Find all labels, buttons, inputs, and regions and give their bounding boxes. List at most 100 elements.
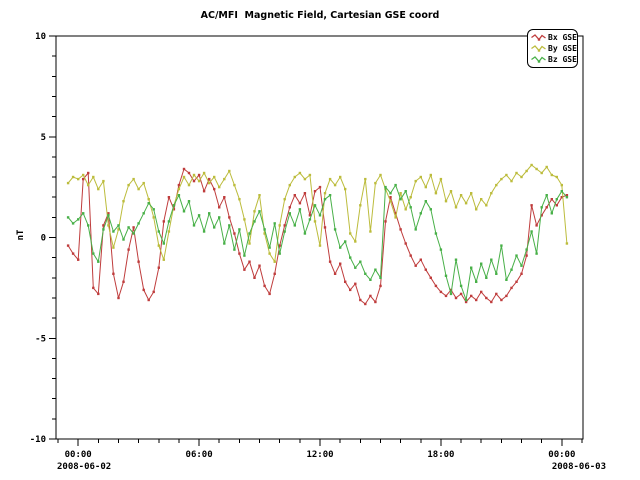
data-point-marker (72, 176, 74, 178)
data-point-marker (274, 273, 276, 275)
data-point-marker (405, 242, 407, 244)
data-point-marker (551, 174, 553, 176)
data-point-marker (193, 174, 195, 176)
data-point-marker (213, 176, 215, 178)
y-tick-label: -5 (35, 334, 46, 344)
data-point-marker (248, 242, 250, 244)
data-point-marker (455, 259, 457, 261)
data-point-marker (289, 184, 291, 186)
data-point-marker (72, 222, 74, 224)
data-point-marker (268, 246, 270, 248)
data-point-marker (122, 200, 124, 202)
legend-item-bz-gse: Bz GSE (531, 54, 575, 65)
data-point-marker (405, 208, 407, 210)
data-point-marker (364, 178, 366, 180)
data-point-marker (440, 291, 442, 293)
data-point-marker (258, 210, 260, 212)
data-point-marker (435, 192, 437, 194)
data-point-marker (525, 254, 527, 256)
data-point-marker (233, 184, 235, 186)
data-point-marker (561, 184, 563, 186)
data-point-marker (168, 230, 170, 232)
data-point-marker (77, 259, 79, 261)
data-point-marker (163, 242, 165, 244)
data-point-marker (470, 192, 472, 194)
data-point-marker (183, 168, 185, 170)
data-point-marker (143, 182, 145, 184)
data-point-marker (546, 166, 548, 168)
data-point-marker (97, 188, 99, 190)
series-markers-by-gse (67, 164, 568, 263)
legend-line-sample-icon (531, 33, 546, 42)
data-point-marker (566, 196, 568, 198)
data-point-marker (153, 208, 155, 210)
data-point-marker (364, 273, 366, 275)
data-point-marker (228, 224, 230, 226)
x-axis-end-date: 2008-06-03 (552, 462, 606, 472)
data-point-marker (485, 277, 487, 279)
data-point-marker (203, 190, 205, 192)
data-point-marker (198, 180, 200, 182)
data-point-marker (425, 269, 427, 271)
data-point-marker (430, 174, 432, 176)
y-tick-labels: 1050-5-10 (30, 32, 46, 445)
data-point-marker (359, 204, 361, 206)
data-point-marker (324, 226, 326, 228)
data-point-marker (334, 273, 336, 275)
data-point-marker (415, 180, 417, 182)
data-point-marker (475, 281, 477, 283)
data-point-marker (127, 226, 129, 228)
data-point-marker (420, 259, 422, 261)
data-point-marker (304, 192, 306, 194)
data-point-marker (535, 168, 537, 170)
data-point-marker (193, 224, 195, 226)
data-point-marker (213, 188, 215, 190)
data-point-marker (495, 293, 497, 295)
data-point-marker (158, 244, 160, 246)
plot-area: 1050-5-1000:0006:0012:0018:0000:002008-0… (0, 0, 640, 480)
data-point-marker (485, 297, 487, 299)
y-tick-label: 0 (41, 234, 46, 244)
legend-item-label: Bx GSE (548, 33, 577, 42)
data-point-marker (319, 214, 321, 216)
data-point-marker (445, 200, 447, 202)
data-point-marker (294, 224, 296, 226)
data-point-marker (334, 228, 336, 230)
data-point-marker (132, 226, 134, 228)
data-point-marker (127, 248, 129, 250)
data-point-marker (183, 176, 185, 178)
data-point-marker (258, 194, 260, 196)
data-point-marker (420, 176, 422, 178)
data-point-marker (137, 261, 139, 263)
data-point-marker (193, 180, 195, 182)
data-point-marker (208, 178, 210, 180)
data-point-marker (374, 301, 376, 303)
data-point-marker (440, 248, 442, 250)
legend-item-label: Bz GSE (548, 55, 577, 64)
x-tick-label: 00:00 (548, 450, 575, 460)
data-point-marker (525, 248, 527, 250)
data-point-marker (309, 174, 311, 176)
data-point-marker (168, 220, 170, 222)
data-point-marker (299, 208, 301, 210)
data-point-marker (314, 204, 316, 206)
data-point-marker (410, 196, 412, 198)
data-point-marker (399, 192, 401, 194)
data-point-marker (188, 172, 190, 174)
data-point-marker (495, 273, 497, 275)
data-point-marker (369, 279, 371, 281)
y-tick-label: -10 (30, 435, 46, 445)
data-point-marker (82, 178, 84, 180)
data-point-marker (339, 263, 341, 265)
data-point-marker (263, 228, 265, 230)
data-point-marker (178, 188, 180, 190)
data-point-marker (515, 172, 517, 174)
data-point-marker (148, 299, 150, 301)
data-point-marker (198, 174, 200, 176)
data-point-marker (137, 222, 139, 224)
data-point-marker (228, 170, 230, 172)
data-point-marker (188, 200, 190, 202)
data-point-marker (556, 198, 558, 200)
data-point-marker (102, 228, 104, 230)
data-point-marker (339, 176, 341, 178)
